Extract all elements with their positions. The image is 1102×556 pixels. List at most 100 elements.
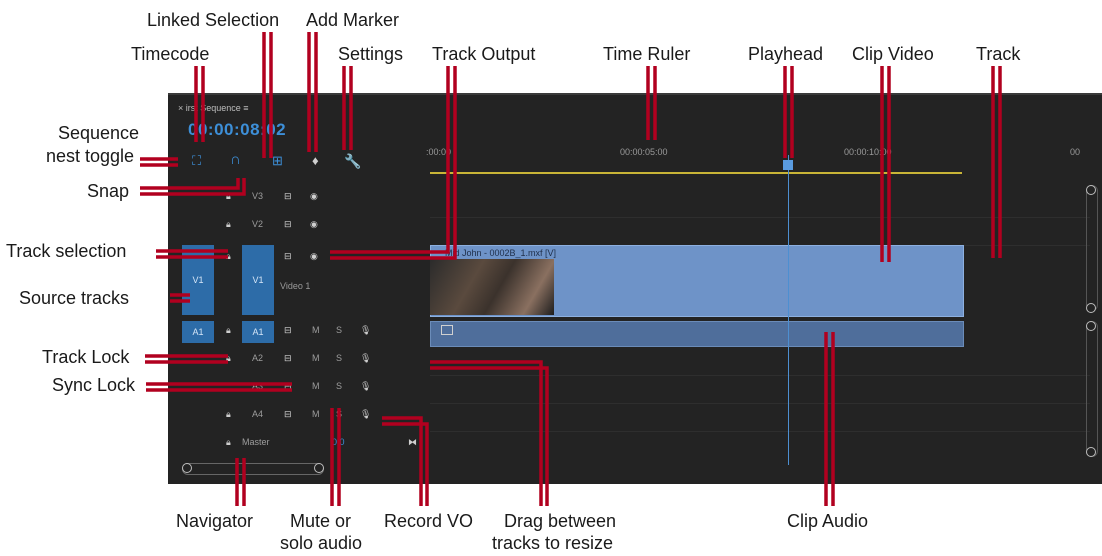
playhead-line[interactable]: [788, 155, 789, 465]
video-scroll-knob-bottom[interactable]: [1086, 303, 1096, 313]
lock-icon[interactable]: 🔒︎: [226, 191, 231, 202]
track-header-a3: A3 ⊟ M S 🎙︎: [168, 381, 430, 399]
mute-button[interactable]: M: [312, 353, 320, 363]
callout-timecode: Timecode: [131, 44, 210, 64]
mute-button[interactable]: M: [312, 409, 320, 419]
sync-lock-icon[interactable]: ⊟: [284, 219, 292, 230]
track-lane-v2[interactable]: [430, 217, 1090, 246]
lock-icon[interactable]: 🔒︎: [226, 437, 231, 448]
solo-button[interactable]: S: [336, 353, 342, 363]
track-header-a2: 🔒︎ A2 ⊟ M S 🎙︎: [168, 353, 430, 371]
video-scroll-knob-top[interactable]: [1086, 185, 1096, 195]
master-label: Master: [242, 437, 270, 447]
callout-mute-solo-1: Mute or: [290, 511, 352, 531]
sequence-nest-icon[interactable]: ⛶: [192, 153, 201, 169]
mic-icon[interactable]: 🎙︎: [360, 409, 371, 420]
video-scrollbar[interactable]: [1086, 185, 1098, 311]
clip-thumbnail: [430, 259, 554, 315]
navigator-knob-right[interactable]: [314, 463, 324, 473]
track-lane-a4[interactable]: [430, 403, 1090, 432]
mic-icon[interactable]: 🎙︎: [360, 381, 371, 392]
mute-button[interactable]: M: [312, 325, 320, 335]
solo-button[interactable]: S: [336, 409, 342, 419]
callout-playhead: Playhead: [748, 44, 824, 64]
track-output-icon[interactable]: ⊟: [284, 251, 292, 262]
callout-time-ruler: Time Ruler: [603, 44, 691, 64]
snap-icon[interactable]: ∩: [230, 151, 241, 168]
clip-audio[interactable]: [430, 321, 964, 347]
track-header-v2: 🔒︎ V2 ⊟ ◉: [168, 219, 430, 237]
track-label-v2: V2: [252, 219, 264, 229]
callout-clip-audio: Clip Audio: [787, 511, 869, 531]
solo-button[interactable]: S: [336, 325, 342, 335]
lock-icon[interactable]: 🔒︎: [226, 251, 231, 262]
track-label-a2: A2: [252, 353, 264, 363]
track-header-a4: 🔒︎ A4 ⊟ M S 🎙︎: [168, 409, 430, 427]
playhead[interactable]: [783, 160, 793, 170]
lock-icon[interactable]: 🔒︎: [226, 219, 231, 230]
lock-icon[interactable]: 🔒︎: [226, 353, 231, 364]
callout-drag-resize-1: Drag between: [504, 511, 617, 531]
sync-lock-icon[interactable]: ⊟: [284, 191, 292, 202]
sync-lock-icon[interactable]: ⊟: [284, 353, 292, 364]
eye-icon[interactable]: ◉: [310, 251, 318, 262]
timecode-display[interactable]: 00:00:08:02: [188, 120, 286, 140]
audio-scroll-knob-bottom[interactable]: [1086, 447, 1096, 457]
callout-add-marker: Add Marker: [306, 10, 400, 30]
ruler-label-0: :00:00: [426, 147, 452, 157]
callout-sequence-nest-2: nest toggle: [46, 146, 135, 166]
lock-icon[interactable]: 🔒︎: [226, 325, 231, 336]
callout-drag-resize-2: tracks to resize: [492, 533, 614, 553]
track-header-v1: 🔒︎ ⊟ ◉: [168, 251, 430, 269]
track-label-a4: A4: [252, 409, 264, 419]
audio-scroll-knob-top[interactable]: [1086, 321, 1096, 331]
callout-snap: Snap: [87, 181, 130, 201]
track-label-v3: V3: [252, 191, 264, 201]
go-to-end-icon[interactable]: ⧓: [408, 437, 417, 448]
sequence-tab[interactable]: × irst Sequence ≡: [178, 103, 249, 113]
eye-icon[interactable]: ◉: [310, 191, 318, 202]
work-area-bar[interactable]: [430, 172, 962, 174]
track-lane-v3[interactable]: [430, 189, 1090, 218]
mic-icon[interactable]: 🎙︎: [360, 353, 371, 364]
callout-track-selection: Track selection: [6, 241, 127, 261]
video1-track-name: Video 1: [280, 281, 311, 291]
mic-icon[interactable]: 🎙︎: [360, 325, 371, 336]
callout-record-vo: Record VO: [384, 511, 474, 531]
track-header-master: 🔒︎ Master 0.0 ⧓: [168, 437, 430, 455]
linked-selection-icon[interactable]: ⊞: [272, 153, 283, 169]
time-ruler[interactable]: :00:00 00:00:05:00 00:00:10:00 00: [426, 147, 1102, 175]
callout-sync-lock: Sync Lock: [52, 375, 136, 395]
track-label-a3: A3: [252, 381, 264, 391]
navigator-bar[interactable]: [182, 463, 324, 475]
callout-track-output: Track Output: [432, 44, 536, 64]
callout-clip-video: Clip Video: [852, 44, 934, 64]
sync-lock-icon[interactable]: ⊟: [284, 325, 292, 336]
mute-button[interactable]: M: [312, 381, 320, 391]
audio-scrollbar[interactable]: [1086, 321, 1098, 457]
ruler-label-5: 00:00:05:00: [620, 147, 668, 157]
navigator-knob-left[interactable]: [182, 463, 192, 473]
sync-lock-icon[interactable]: ⊟: [284, 381, 292, 392]
callout-source-tracks: Source tracks: [19, 288, 130, 308]
add-marker-icon[interactable]: ♦: [312, 153, 319, 168]
track-header-a1: 🔒︎ ⊟ M S 🎙︎: [168, 325, 430, 343]
ruler-label-end: 00: [1070, 147, 1081, 157]
clip-name: Mid John - 0002B_1.mxf [V]: [445, 248, 557, 258]
callout-mute-solo-2: solo audio: [280, 533, 363, 553]
timeline-panel: × irst Sequence ≡ 00:00:08:02 ⛶ ∩ ⊞ ♦ 🔧 …: [168, 93, 1102, 484]
track-lane-a2[interactable]: [430, 347, 1090, 376]
solo-button[interactable]: S: [336, 381, 342, 391]
ruler-label-10: 00:00:10:00: [844, 147, 892, 157]
eye-icon[interactable]: ◉: [310, 219, 318, 230]
callout-navigator: Navigator: [176, 511, 254, 531]
callout-track-lock: Track Lock: [42, 347, 130, 367]
callout-track: Track: [976, 44, 1021, 64]
settings-wrench-icon[interactable]: 🔧: [344, 153, 361, 170]
lock-icon[interactable]: 🔒︎: [226, 409, 231, 420]
callout-linked-selection: Linked Selection: [147, 10, 280, 30]
sync-lock-icon[interactable]: ⊟: [284, 409, 292, 420]
track-lane-a3[interactable]: [430, 375, 1090, 404]
audio-clip-icon: [441, 325, 453, 335]
master-value[interactable]: 0.0: [332, 437, 345, 447]
